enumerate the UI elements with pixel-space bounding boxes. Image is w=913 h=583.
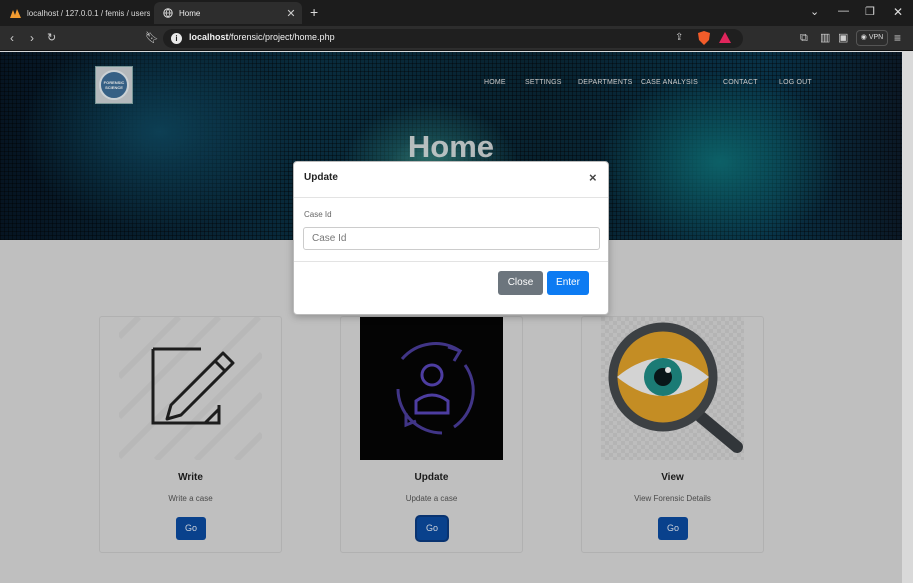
phpmyadmin-icon [10,8,21,19]
page-scrollbar[interactable] [902,52,913,583]
enter-button[interactable]: Enter [547,271,589,295]
back-icon[interactable]: ‹ [10,31,14,45]
site-info-icon[interactable]: i [171,33,182,44]
tab-label: localhost / 127.0.0.1 / femis / users [27,8,150,18]
modal-divider [294,261,608,262]
close-window-icon[interactable]: ✕ [893,5,903,19]
new-tab-button[interactable]: + [310,4,318,20]
browser-tab-bar: localhost / 127.0.0.1 / femis / users Ho… [0,0,913,26]
globe-icon [162,8,173,19]
bookmark-icon[interactable]: 🔖︎ [145,31,159,45]
modal-backdrop[interactable] [0,52,902,583]
extensions-icon[interactable]: ⧉ [800,31,808,45]
update-modal: Update × Case Id Close Enter [293,161,609,315]
forward-icon[interactable]: › [30,31,34,45]
address-bar[interactable]: i localhost/forensic/project/home.php ⇪ [163,29,743,48]
browser-toolbar: ‹ › ↻ 🔖︎ i localhost/forensic/project/ho… [0,26,913,51]
tab-label: Home [179,8,201,18]
close-button[interactable]: Close [498,271,543,295]
sidebar-icon[interactable]: ▥ [820,31,830,45]
minimize-icon[interactable]: — [838,5,849,17]
modal-header: Update × [294,162,608,198]
brave-rewards-icon[interactable] [719,32,731,46]
tab-search-icon[interactable]: ⌄ [810,5,819,18]
close-icon[interactable]: × [589,171,597,185]
share-icon[interactable]: ⇪ [675,32,683,43]
restore-icon[interactable]: ❐ [865,5,875,18]
close-tab-icon[interactable]: ✕ [284,7,298,20]
brave-shield-icon[interactable] [698,31,710,48]
browser-tab-phpmyadmin[interactable]: localhost / 127.0.0.1 / femis / users [2,3,150,23]
menu-icon[interactable]: ≡ [894,31,901,45]
modal-title: Update [304,172,338,183]
wallet-icon[interactable]: ▣ [838,31,848,45]
url-text: localhost/forensic/project/home.php [189,32,335,42]
vpn-button[interactable]: ◉ VPN [856,30,888,46]
case-id-input[interactable] [303,227,600,250]
browser-tab-home[interactable]: Home ✕ [154,2,302,24]
case-id-label: Case Id [304,210,332,219]
reload-icon[interactable]: ↻ [47,31,56,45]
